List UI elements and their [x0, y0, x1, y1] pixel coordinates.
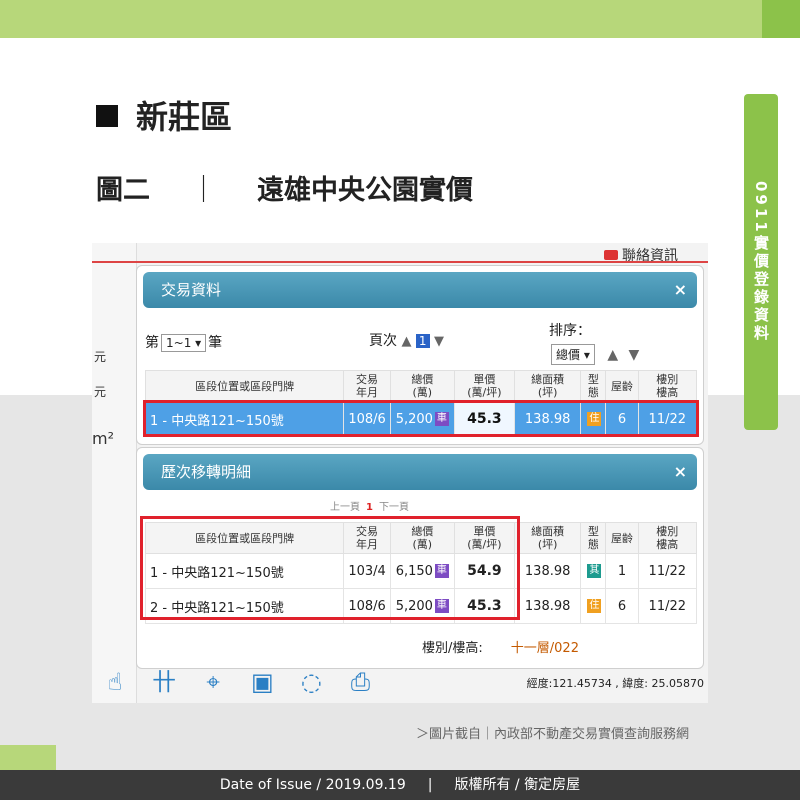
top-decor-accent — [762, 0, 800, 38]
top-decor-bar — [0, 0, 762, 38]
page-control: 頁次 ▲ 1 ▼ — [369, 333, 444, 349]
pointer-tool-icon[interactable]: ☝ — [100, 667, 130, 697]
page-up-icon[interactable]: ▲ — [401, 334, 411, 349]
history-pager: 上一頁 1 下一頁 — [330, 498, 409, 513]
figure-number: 圖二 — [96, 175, 150, 206]
figure-separator: ｜ — [190, 175, 217, 206]
floor-info: 樓別/樓高: 十一層/022 — [422, 641, 579, 656]
circle-select-icon[interactable]: ◌ — [296, 667, 326, 697]
pager-current: 1 — [366, 502, 373, 513]
print-icon[interactable]: ⎙ — [345, 667, 375, 697]
header-redline — [92, 261, 708, 263]
close-icon[interactable]: × — [674, 272, 687, 308]
message-icon — [604, 250, 618, 260]
sort-control: 總價 ▾ ▲ ▼ — [549, 344, 639, 365]
transaction-panel-header: 交易資料 × — [143, 272, 697, 308]
bottom-decor-accent — [0, 745, 56, 770]
history-panel-header: 歷次移轉明細 × — [143, 454, 697, 490]
close-icon[interactable]: × — [674, 454, 687, 490]
sort-desc-icon[interactable]: ▼ — [629, 347, 640, 363]
area-select-icon[interactable]: ▣ — [247, 667, 277, 697]
residential-badge: 住 — [587, 599, 602, 613]
section-title: 新莊區 — [96, 92, 232, 138]
map-left-strip: 元 元 m² — [92, 243, 137, 703]
other-type-badge: 其 — [587, 564, 602, 578]
figure-title: 遠雄中央公園實價 — [257, 175, 473, 206]
image-credit: ＞圖片截自｜內政部不動產交易實價查詢服務網 — [416, 727, 690, 742]
sort-asc-icon[interactable]: ▲ — [607, 347, 618, 363]
sort-label: 排序： — [549, 323, 591, 339]
footer: Date of Issue / 2019.09.19 | 版權所有 / 衡定房屋 — [0, 770, 800, 800]
current-page: 1 — [415, 334, 430, 348]
figure-caption: 圖二 ｜ 遠雄中央公園實價 — [96, 168, 473, 207]
sort-select[interactable]: 總價 ▾ — [551, 344, 595, 365]
location-pin-icon[interactable]: ⌖ — [198, 667, 228, 697]
next-page-link[interactable]: 下一頁 — [379, 502, 409, 513]
coordinate-readout: 經度:121.45734 , 緯度: 25.05870 — [526, 677, 704, 690]
highlight-box-current — [143, 400, 699, 437]
grid-tool-icon[interactable]: 卄 — [149, 667, 179, 697]
count-select[interactable]: 1~1 ▾ — [161, 334, 207, 352]
prev-page-link[interactable]: 上一頁 — [330, 502, 360, 513]
side-tab: 0911實價登錄資料 — [744, 94, 778, 430]
square-bullet-icon — [96, 105, 118, 127]
page-down-icon[interactable]: ▼ — [434, 334, 444, 349]
embedded-screenshot: 元 元 m² 聯絡資訊 交易資料 × 第 1~1 ▾ 筆 頁次 ▲ 1 ▼ 排序： … — [92, 243, 708, 703]
record-count: 第 1~1 ▾ 筆 — [145, 334, 223, 352]
highlight-box-history — [140, 516, 520, 620]
